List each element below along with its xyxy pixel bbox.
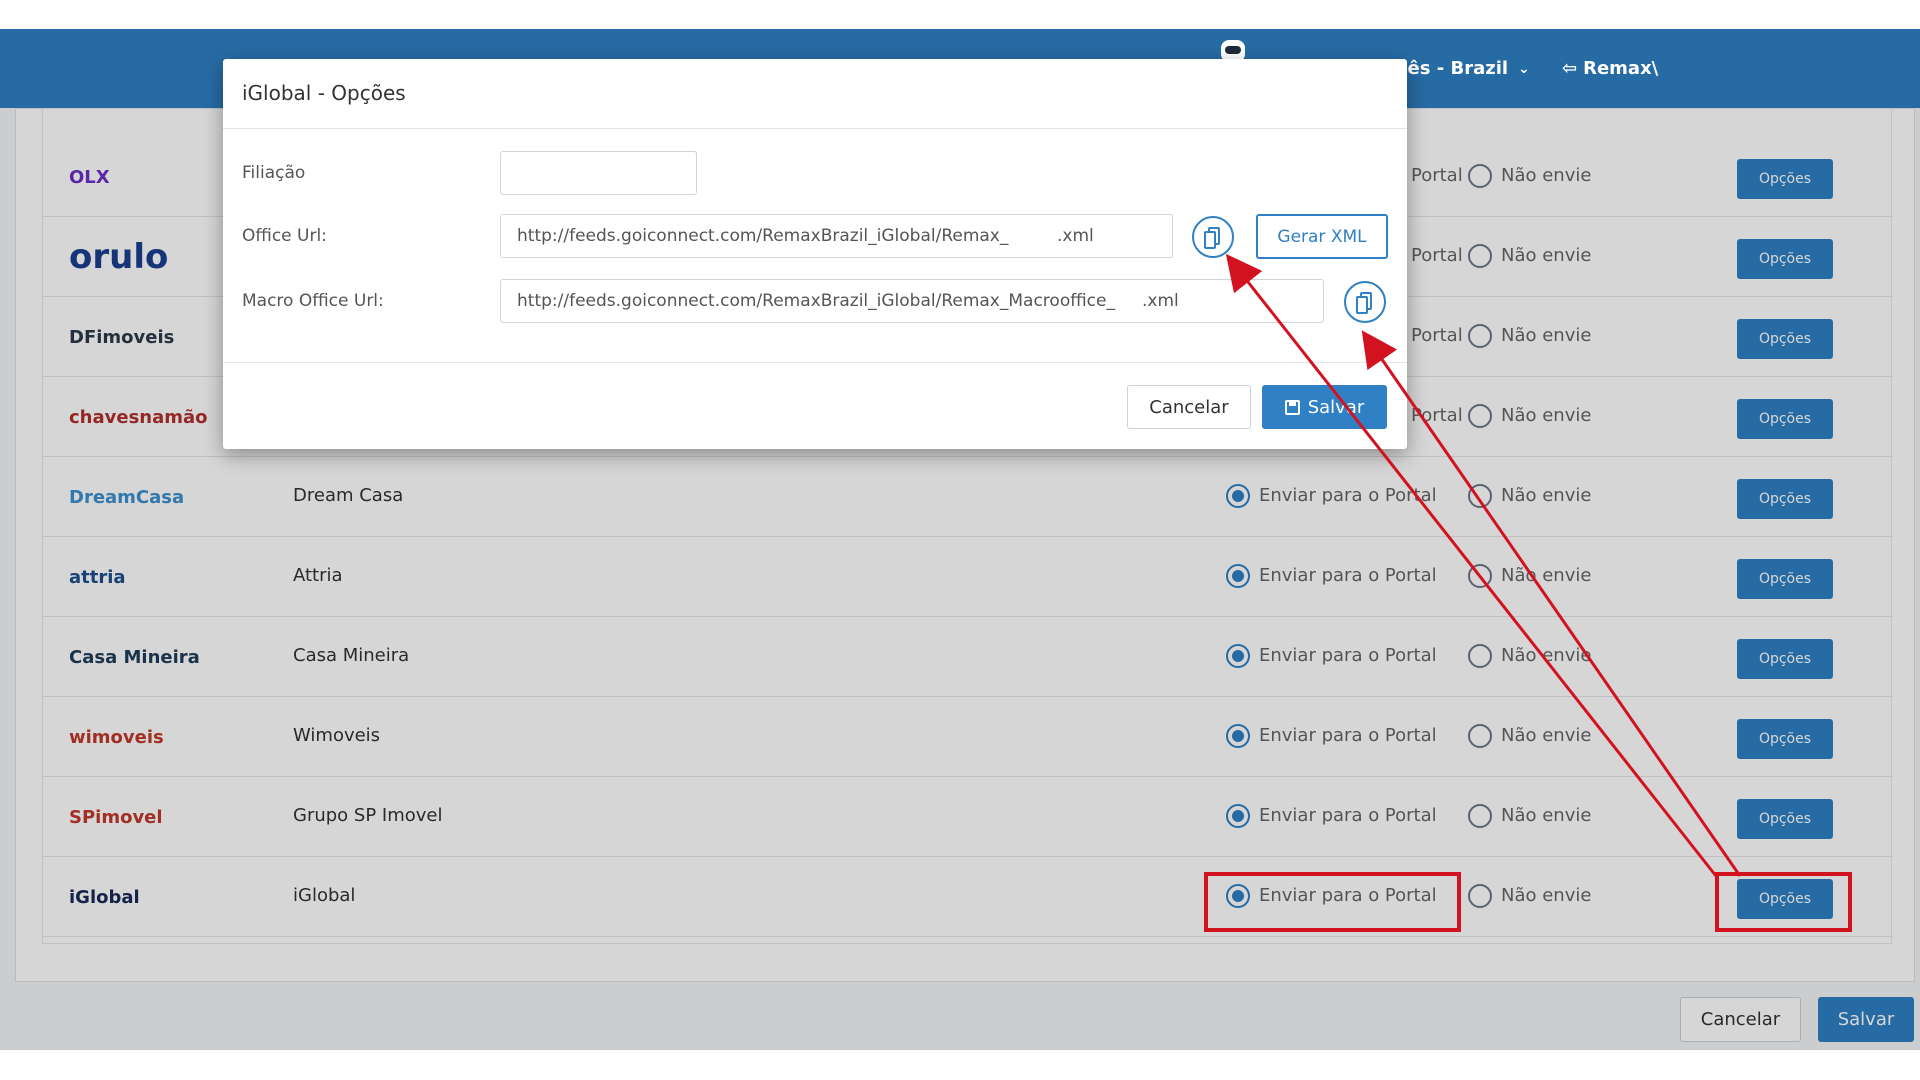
modal-save-button[interactable]: Salvar	[1262, 385, 1387, 429]
modal-footer-divider	[223, 362, 1407, 363]
user-menu[interactable]: ⇦ Remax\	[1562, 29, 1658, 108]
screen: OLX Portal Não envie Opções orulo Portal Não e…	[0, 0, 1920, 1080]
filiacao-label: Filiação	[242, 163, 306, 183]
modal-cancel-button[interactable]: Cancelar	[1127, 385, 1251, 429]
modal-title: iGlobal - Opções	[242, 81, 406, 105]
save-disk-icon	[1284, 399, 1300, 415]
highlight-enviar-iglobal	[1204, 872, 1461, 932]
macro-office-url-input[interactable]: http://feeds.goiconnect.com/RemaxBrazil_…	[500, 279, 1324, 323]
reply-icon: ⇦	[1562, 58, 1578, 79]
modal-header: iGlobal - Opções	[223, 59, 1407, 129]
highlight-opcoes-iglobal	[1715, 872, 1852, 932]
office-url-label: Office Url:	[242, 226, 327, 246]
copy-office-url-button[interactable]	[1192, 216, 1234, 258]
iglobal-options-modal: iGlobal - Opções Filiação Office Url: ht…	[223, 59, 1407, 449]
user-label: Remax\	[1583, 58, 1659, 79]
office-url-input[interactable]: http://feeds.goiconnect.com/RemaxBrazil_…	[500, 214, 1173, 258]
gerar-xml-button[interactable]: Gerar XML	[1256, 214, 1388, 259]
modal-save-label: Salvar	[1307, 396, 1365, 418]
chevron-down-icon: ⌄	[1518, 60, 1530, 77]
filiacao-input[interactable]	[500, 151, 697, 195]
macro-office-url-label: Macro Office Url:	[242, 291, 384, 311]
copy-macro-office-url-button[interactable]	[1344, 281, 1386, 323]
